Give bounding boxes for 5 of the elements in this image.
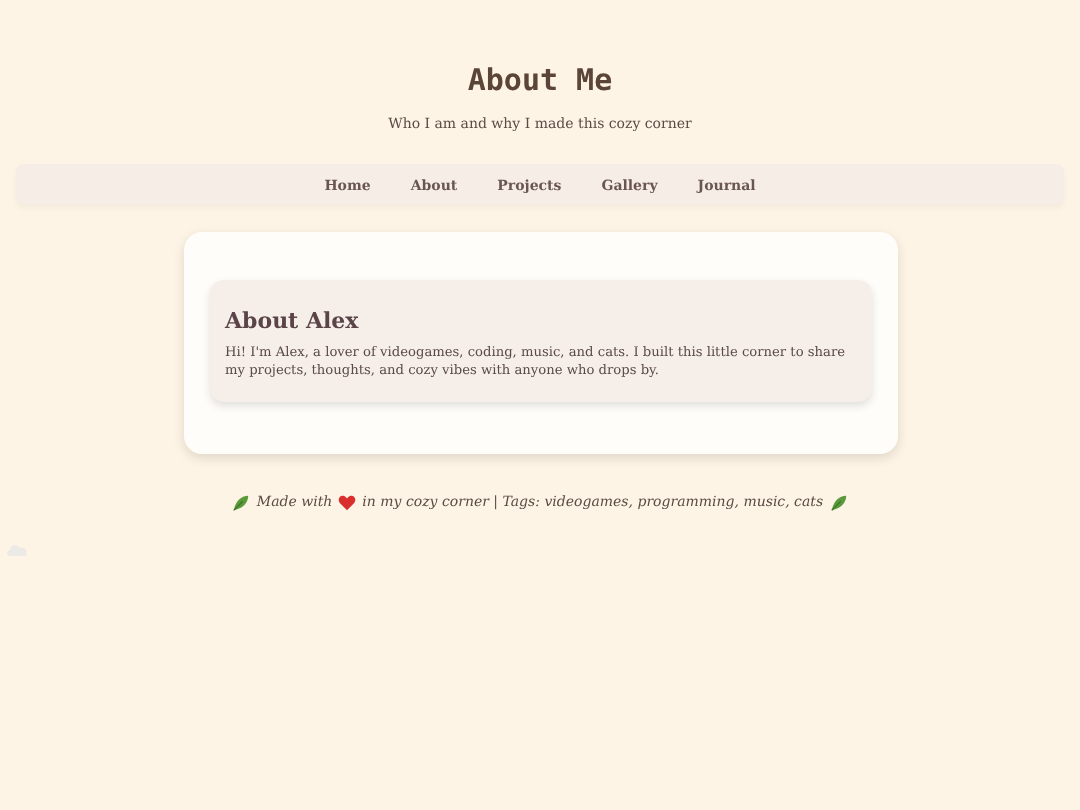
section-heading: About Alex — [225, 308, 361, 334]
page-title: About Me — [465, 62, 615, 98]
leaf-icon — [829, 493, 848, 512]
leaf-icon — [232, 493, 251, 512]
heart-icon — [338, 493, 357, 512]
